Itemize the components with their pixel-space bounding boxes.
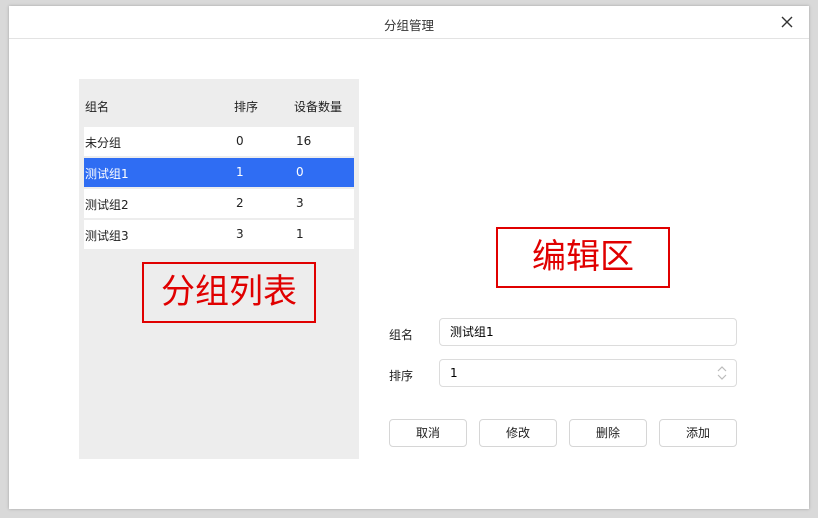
dialog-title: 分组管理 <box>383 18 434 33</box>
order-label: 排序 <box>389 369 414 383</box>
group-list-annotation: 分组列表 <box>142 262 316 323</box>
cell-order: 2 <box>236 196 244 210</box>
modify-button[interactable]: 修改 <box>479 419 557 447</box>
order-input[interactable] <box>448 365 692 381</box>
order-stepper[interactable] <box>439 359 737 387</box>
close-button[interactable] <box>777 12 797 32</box>
cell-order: 0 <box>236 134 244 148</box>
cell-group-name: 测试组1 <box>85 167 129 181</box>
cell-device-count: 1 <box>296 227 304 241</box>
header-device-count: 设备数量 <box>294 100 343 114</box>
table-row-selected[interactable]: 测试组1 1 0 <box>84 158 354 187</box>
cell-device-count: 16 <box>296 134 312 148</box>
cancel-button[interactable]: 取消 <box>389 419 467 447</box>
header-order: 排序 <box>234 100 259 114</box>
cell-device-count: 0 <box>296 165 304 179</box>
group-management-dialog: 分组管理 组名 排序 设备数量 未分组 0 16 测试组1 1 0 测试组2 2… <box>9 6 809 509</box>
cell-order: 3 <box>236 227 244 241</box>
table-row[interactable]: 测试组2 2 3 <box>84 189 354 218</box>
add-button[interactable]: 添加 <box>659 419 737 447</box>
delete-button[interactable]: 删除 <box>569 419 647 447</box>
cell-device-count: 3 <box>296 196 304 210</box>
cell-group-name: 测试组3 <box>85 229 129 243</box>
cell-order: 1 <box>236 165 244 179</box>
table-row[interactable]: 测试组3 3 1 <box>84 220 354 249</box>
edit-area-annotation: 编辑区 <box>496 227 670 288</box>
name-input[interactable] <box>448 323 692 340</box>
title-bar: 分组管理 <box>9 6 809 39</box>
name-label: 组名 <box>389 328 414 342</box>
cell-group-name: 未分组 <box>85 136 122 150</box>
table-row[interactable]: 未分组 0 16 <box>84 127 354 156</box>
table-header: 组名 排序 设备数量 <box>79 79 359 129</box>
name-field[interactable] <box>439 318 737 346</box>
spinner-arrows-icon[interactable] <box>716 365 728 381</box>
close-icon <box>781 16 793 28</box>
header-group-name: 组名 <box>85 100 110 114</box>
cell-group-name: 测试组2 <box>85 198 129 212</box>
